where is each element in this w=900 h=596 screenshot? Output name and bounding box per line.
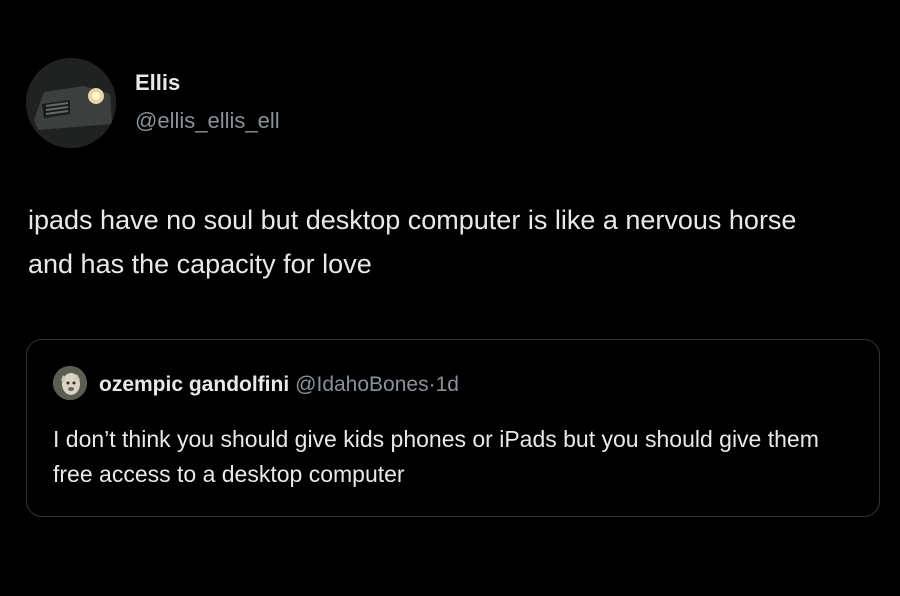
quote-author-name[interactable]: ozempic gandolfini: [99, 373, 289, 396]
tweet-text: ipads have no soul but desktop computer …: [28, 205, 797, 279]
quote-author-avatar[interactable]: [53, 366, 87, 400]
quote-text: I don’t think you should give kids phone…: [53, 426, 819, 487]
author-avatar[interactable]: [26, 58, 116, 148]
quote-header: ozempic gandolfini @IdahoBones·1d: [99, 373, 459, 397]
animal-avatar-icon: [53, 366, 87, 400]
author-handle[interactable]: @ellis_ellis_ell: [135, 108, 280, 134]
tweet: Ellis @ellis_ellis_ell ipads have no sou…: [0, 0, 900, 596]
quote-timestamp[interactable]: 1d: [436, 373, 459, 396]
quote-author-handle[interactable]: @IdahoBones: [295, 373, 428, 396]
quote-separator: ·: [428, 373, 436, 396]
car-headlight-avatar-icon: [26, 58, 116, 148]
author-name[interactable]: Ellis: [135, 70, 180, 96]
quoted-tweet-card[interactable]: ozempic gandolfini @IdahoBones·1d I don’t…: [26, 339, 880, 517]
